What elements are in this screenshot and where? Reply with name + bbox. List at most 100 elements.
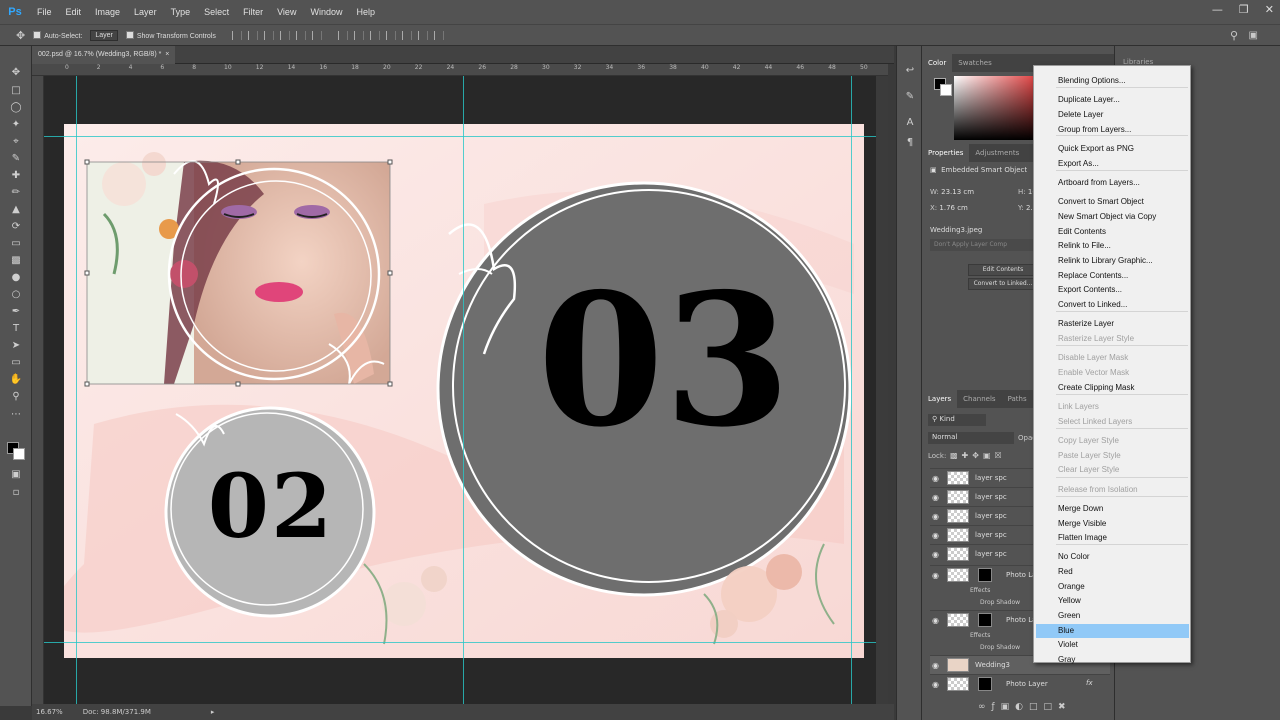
document-artwork[interactable]: 02 03 (64, 124, 864, 658)
zoom-tool-icon[interactable]: ⚲ (9, 390, 23, 404)
eyedropper-tool-icon[interactable]: ✎ (9, 152, 23, 166)
crop-tool-icon[interactable]: ⌖ (9, 135, 23, 149)
context-menu-item[interactable]: Gray (1034, 653, 1190, 667)
context-menu-item[interactable]: Delete Layer (1034, 108, 1190, 122)
layer-select-dropdown[interactable]: Layer (90, 29, 118, 41)
convert-linked-button[interactable]: Convert to Linked... (968, 278, 1038, 290)
eye-icon[interactable]: ◉ (932, 474, 939, 483)
menu-help[interactable]: Help (349, 7, 382, 17)
brush-preset-icon[interactable]: ✎ (903, 90, 917, 104)
stamp-tool-icon[interactable]: ▲ (9, 203, 23, 217)
drop-shadow-label[interactable]: Drop Shadow (980, 644, 1020, 651)
tab-channels[interactable]: Channels (957, 390, 1001, 408)
close-icon[interactable]: ✕ (1265, 3, 1274, 16)
context-menu-item[interactable]: Red (1034, 565, 1190, 579)
context-menu-item[interactable]: Merge Down (1034, 502, 1190, 516)
restore-icon[interactable]: ❐ (1239, 3, 1249, 16)
eye-icon[interactable]: ◉ (932, 661, 939, 670)
more-tools-icon[interactable]: ⋯ (9, 408, 23, 422)
guide-vertical[interactable] (463, 76, 464, 704)
gradient-tool-icon[interactable]: ▩ (9, 254, 23, 268)
blend-mode-select[interactable]: Normal (928, 432, 1014, 444)
canvas-area[interactable]: 02 03 (44, 76, 888, 704)
layer-filter-kind[interactable]: ⚲ Kind (928, 414, 986, 426)
menu-edit[interactable]: Edit (59, 7, 89, 17)
quick-mask-icon[interactable]: ▣ (9, 468, 23, 482)
close-tab-icon[interactable]: × (165, 51, 169, 58)
guide-horizontal[interactable] (44, 642, 888, 643)
context-menu-item[interactable]: Yellow (1034, 594, 1190, 608)
context-menu-item[interactable]: Edit Contents (1034, 225, 1190, 239)
marquee-tool-icon[interactable]: □ (9, 84, 23, 98)
context-menu-item[interactable]: Export Contents... (1034, 283, 1190, 297)
context-menu-item[interactable]: Create Clipping Mask (1034, 381, 1190, 395)
workspace-icon[interactable]: ▣ (1249, 30, 1258, 41)
context-menu-item[interactable]: Relink to File... (1034, 239, 1190, 253)
menu-filter[interactable]: Filter (236, 7, 270, 17)
context-menu-item[interactable]: Export As... (1034, 157, 1190, 171)
lasso-tool-icon[interactable]: ◯ (9, 101, 23, 115)
eye-icon[interactable]: ◉ (932, 512, 939, 521)
context-menu-item[interactable]: Group from Layers... (1034, 123, 1190, 137)
document-tab[interactable]: 002.psd @ 16.7% (Wedding3, RGB/8) * × (32, 46, 176, 64)
eye-icon[interactable]: ◉ (932, 680, 939, 689)
search-icon[interactable]: ⚲ (1230, 29, 1238, 42)
context-menu-item[interactable]: Green (1034, 609, 1190, 623)
context-menu-item[interactable]: Blending Options... (1034, 74, 1190, 88)
brush-tool-icon[interactable]: ✏ (9, 186, 23, 200)
tab-swatches[interactable]: Swatches (952, 54, 997, 72)
context-menu-item[interactable]: No Color (1034, 550, 1190, 564)
layer-mask-thumb[interactable] (978, 613, 992, 627)
fx-icon[interactable]: fx (1086, 679, 1093, 687)
auto-select-checkbox[interactable]: Auto-Select: (33, 31, 82, 40)
context-menu-item[interactable]: Quick Export as PNG (1034, 142, 1190, 156)
pen-tool-icon[interactable]: ✒ (9, 305, 23, 319)
type-tool-icon[interactable]: T (9, 322, 23, 336)
eye-icon[interactable]: ◉ (932, 493, 939, 502)
context-menu-item[interactable]: Relink to Library Graphic... (1034, 254, 1190, 268)
context-menu-item[interactable]: New Smart Object via Copy (1034, 210, 1190, 224)
zoom-level[interactable]: 16.67% (36, 708, 63, 716)
menu-type[interactable]: Type (164, 7, 198, 17)
drop-shadow-label[interactable]: Drop Shadow (980, 599, 1020, 606)
healing-tool-icon[interactable]: ✚ (9, 169, 23, 183)
hand-tool-icon[interactable]: ✋ (9, 373, 23, 387)
context-menu-item[interactable]: Merge Visible (1034, 517, 1190, 531)
tab-layers[interactable]: Layers (922, 390, 958, 408)
menu-view[interactable]: View (270, 7, 303, 17)
context-menu-item[interactable]: Duplicate Layer... (1034, 93, 1190, 107)
context-menu-item[interactable]: Artboard from Layers... (1034, 176, 1190, 190)
minimize-icon[interactable]: — (1212, 3, 1223, 16)
tab-adjustments[interactable]: Adjustments (969, 144, 1025, 162)
context-menu-item[interactable]: Orange (1034, 580, 1190, 594)
distribute-buttons[interactable] (337, 30, 444, 40)
context-menu-item[interactable]: Convert to Smart Object (1034, 195, 1190, 209)
dodge-tool-icon[interactable]: ○ (9, 288, 23, 302)
show-transform-checkbox[interactable]: Show Transform Controls (125, 31, 216, 40)
tab-paths[interactable]: Paths (1002, 390, 1033, 408)
tab-color[interactable]: Color (922, 54, 953, 72)
menu-layer[interactable]: Layer (127, 7, 164, 17)
paragraph-panel-icon[interactable]: ¶ (903, 136, 917, 150)
color-background[interactable] (940, 84, 952, 96)
layer-comp-select[interactable]: Don't Apply Layer Comp (930, 239, 1034, 251)
edit-contents-button[interactable]: Edit Contents (968, 264, 1038, 276)
quick-select-tool-icon[interactable]: ✦ (9, 118, 23, 132)
eye-icon[interactable]: ◉ (932, 550, 939, 559)
character-panel-icon[interactable]: A (903, 116, 917, 130)
context-menu-item[interactable]: Replace Contents... (1034, 269, 1190, 283)
history-brush-icon[interactable]: ⟳ (9, 220, 23, 234)
context-menu-item[interactable]: Violet (1034, 638, 1190, 652)
path-select-tool-icon[interactable]: ➤ (9, 339, 23, 353)
eraser-tool-icon[interactable]: ▭ (9, 237, 23, 251)
shape-tool-icon[interactable]: ▭ (9, 356, 23, 370)
history-panel-icon[interactable]: ↩ (903, 64, 917, 78)
vertical-scrollbar[interactable] (876, 76, 888, 704)
menu-file[interactable]: File (30, 7, 59, 17)
lock-icons[interactable]: ▩✚✥▣☒ (950, 451, 1006, 460)
eye-icon[interactable]: ◉ (932, 531, 939, 540)
background-color-swatch[interactable] (13, 448, 25, 460)
status-arrow-icon[interactable]: ▸ (211, 708, 215, 716)
guide-vertical[interactable] (851, 76, 852, 704)
align-buttons[interactable] (231, 30, 322, 40)
